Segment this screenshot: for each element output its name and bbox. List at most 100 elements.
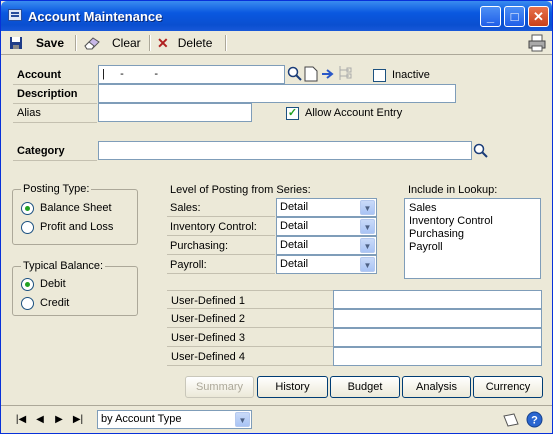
chevron-down-icon: ▼	[360, 200, 375, 215]
inventory-control-label: Inventory Control:	[170, 221, 257, 233]
inventory-posting-select[interactable]: Detail ▼	[276, 217, 377, 236]
allow-account-entry-checkbox[interactable]: ✓	[286, 107, 299, 120]
description-input[interactable]	[98, 84, 456, 103]
allow-account-entry-label: Allow Account Entry	[305, 107, 403, 119]
profit-and-loss-label: Profit and Loss	[40, 221, 114, 233]
purchasing-posting-value: Detail	[280, 239, 309, 251]
printer-icon[interactable]	[528, 34, 546, 52]
description-label: Description	[17, 88, 78, 100]
balance-sheet-label: Balance Sheet	[40, 202, 112, 214]
chevron-down-icon: ▼	[360, 238, 375, 253]
user-defined-2-row: User-Defined 2	[167, 309, 333, 328]
user-defined-3-label: User-Defined 3	[171, 332, 245, 344]
budget-button[interactable]: Budget	[330, 376, 400, 398]
account-maintenance-window: Account Maintenance _ □ ✕ Save Clear ✕ D…	[0, 0, 553, 434]
title-bar: Account Maintenance _ □ ✕	[1, 1, 552, 31]
account-label: Account	[17, 69, 61, 81]
posting-type-group: Posting Type:	[12, 183, 138, 245]
delete-x-icon: ✕	[157, 35, 169, 51]
inventory-control-row: Inventory Control:	[167, 217, 275, 236]
include-in-lookup-title: Include in Lookup:	[408, 184, 498, 196]
currency-button[interactable]: Currency	[473, 376, 543, 398]
credit-label: Credit	[40, 297, 70, 309]
chevron-down-icon: ▼	[235, 412, 250, 427]
window-title: Account Maintenance	[28, 9, 163, 24]
clear-button[interactable]: Clear	[83, 34, 141, 52]
category-lookup-icon[interactable]	[473, 143, 489, 159]
lookup-item-payroll[interactable]: Payroll	[405, 241, 540, 254]
user-defined-1-label: User-Defined 1	[171, 295, 245, 307]
user-defined-4-row: User-Defined 4	[167, 347, 333, 366]
purchasing-label: Purchasing:	[170, 240, 229, 252]
previous-record-icon[interactable]: ◀	[30, 412, 50, 428]
sales-row: Sales:	[167, 198, 275, 217]
inventory-posting-value: Detail	[280, 220, 309, 232]
lookup-item-inventory-control[interactable]: Inventory Control	[405, 215, 540, 228]
eraser-icon	[84, 37, 100, 50]
posting-type-title: Posting Type:	[21, 183, 92, 195]
payroll-posting-value: Detail	[280, 258, 309, 270]
credit-radio[interactable]	[21, 297, 34, 310]
inactive-label: Inactive	[392, 69, 430, 81]
lookup-item-sales[interactable]: Sales	[405, 202, 540, 215]
lookup-item-purchasing[interactable]: Purchasing	[405, 228, 540, 241]
balance-sheet-radio[interactable]	[21, 202, 34, 215]
alias-label: Alias	[17, 107, 41, 119]
save-button[interactable]: Save	[9, 34, 64, 52]
chevron-down-icon: ▼	[360, 257, 375, 272]
user-defined-3-input[interactable]	[333, 328, 542, 347]
debit-radio[interactable]	[21, 278, 34, 291]
clear-label: Clear	[112, 36, 141, 50]
status-bar: |◀ ◀ ▶ ▶| by Account Type ▼ ?	[1, 405, 552, 433]
first-record-icon[interactable]: |◀	[11, 412, 31, 428]
account-tree-icon	[339, 66, 352, 80]
summary-button[interactable]: Summary	[185, 376, 254, 398]
sort-order-value: by Account Type	[101, 413, 182, 425]
maximize-button[interactable]: □	[504, 6, 525, 27]
save-label: Save	[36, 36, 65, 50]
svg-text:?: ?	[531, 415, 538, 427]
inactive-checkbox[interactable]	[373, 69, 386, 82]
category-label: Category	[17, 145, 65, 157]
profit-and-loss-radio[interactable]	[21, 221, 34, 234]
typical-balance-title: Typical Balance:	[21, 260, 106, 272]
last-record-icon[interactable]: ▶|	[68, 412, 88, 428]
go-arrow-icon[interactable]	[321, 67, 335, 81]
user-defined-2-label: User-Defined 2	[171, 313, 245, 325]
help-icon[interactable]: ?	[526, 411, 543, 428]
sort-order-select[interactable]: by Account Type ▼	[97, 410, 252, 429]
user-defined-1-row: User-Defined 1	[167, 290, 333, 309]
debit-label: Debit	[40, 278, 66, 290]
user-defined-4-input[interactable]	[333, 347, 542, 366]
new-document-icon[interactable]	[304, 66, 318, 82]
user-defined-2-input[interactable]	[333, 309, 542, 328]
toolbar: Save Clear ✕ Delete	[1, 31, 552, 55]
delete-label: Delete	[177, 36, 213, 50]
alias-input[interactable]	[98, 103, 252, 122]
analysis-button[interactable]: Analysis	[402, 376, 471, 398]
delete-button[interactable]: ✕ Delete	[157, 34, 212, 52]
history-button[interactable]: History	[257, 376, 328, 398]
category-input[interactable]	[98, 141, 472, 160]
next-record-icon[interactable]: ▶	[49, 412, 69, 428]
close-button[interactable]: ✕	[528, 6, 549, 27]
payroll-label: Payroll:	[170, 259, 207, 271]
posting-level-title: Level of Posting from Series:	[170, 184, 311, 196]
note-icon[interactable]	[502, 412, 520, 428]
lookup-magnifier-icon[interactable]	[287, 66, 303, 82]
purchasing-posting-select[interactable]: Detail ▼	[276, 236, 377, 255]
window-icon	[8, 9, 22, 21]
user-defined-4-label: User-Defined 4	[171, 351, 245, 363]
user-defined-1-input[interactable]	[333, 290, 542, 309]
purchasing-row: Purchasing:	[167, 236, 275, 255]
account-value: | - -	[102, 68, 159, 80]
user-defined-3-row: User-Defined 3	[167, 328, 333, 347]
chevron-down-icon: ▼	[360, 219, 375, 234]
include-in-lookup-list[interactable]: Sales Inventory Control Purchasing Payro…	[404, 198, 541, 279]
payroll-posting-select[interactable]: Detail ▼	[276, 255, 377, 274]
payroll-row: Payroll:	[167, 255, 275, 274]
account-input[interactable]: | - -	[98, 65, 285, 84]
sales-posting-select[interactable]: Detail ▼	[276, 198, 377, 217]
minimize-button[interactable]: _	[480, 6, 501, 27]
sales-label: Sales:	[170, 202, 201, 214]
